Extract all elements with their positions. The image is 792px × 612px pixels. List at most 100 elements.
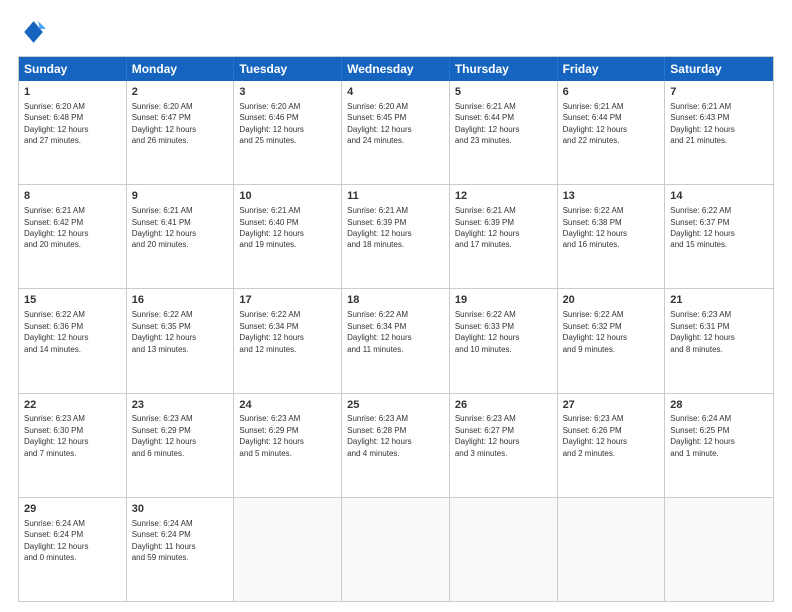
day-number: 9 [132,189,229,204]
day-number: 8 [24,189,121,204]
day-number: 21 [670,293,768,308]
day-info: Sunrise: 6:20 AM Sunset: 6:45 PM Dayligh… [347,102,411,145]
day-info: Sunrise: 6:21 AM Sunset: 6:43 PM Dayligh… [670,102,734,145]
day-number: 18 [347,293,444,308]
calendar-row-3: 22Sunrise: 6:23 AM Sunset: 6:30 PM Dayli… [19,393,773,497]
logo-icon [18,18,46,46]
cal-cell-day-9: 9 Sunrise: 6:21 AM Sunset: 6:41 PM Daylig… [127,185,235,288]
day-number: 14 [670,189,768,204]
cal-cell-day-18: 18 Sunrise: 6:22 AM Sunset: 6:34 PM Dayli… [342,289,450,392]
cal-cell-day-4: 4 Sunrise: 6:20 AM Sunset: 6:45 PM Daylig… [342,81,450,184]
header-day-saturday: Saturday [665,57,773,81]
day-info: Sunrise: 6:21 AM Sunset: 6:40 PM Dayligh… [239,206,303,249]
day-number: 15 [24,293,121,308]
cal-cell-day-6: 6 Sunrise: 6:21 AM Sunset: 6:44 PM Daylig… [558,81,666,184]
cal-cell-day-16: 16 Sunrise: 6:22 AM Sunset: 6:35 PM Dayli… [127,289,235,392]
day-number: 22 [24,398,121,413]
day-info: Sunrise: 6:24 AM Sunset: 6:25 PM Dayligh… [670,414,734,457]
cal-cell-day-26: 26Sunrise: 6:23 AM Sunset: 6:27 PM Dayli… [450,394,558,497]
day-info: Sunrise: 6:24 AM Sunset: 6:24 PM Dayligh… [132,519,196,562]
day-info: Sunrise: 6:23 AM Sunset: 6:28 PM Dayligh… [347,414,411,457]
day-info: Sunrise: 6:21 AM Sunset: 6:39 PM Dayligh… [455,206,519,249]
cal-cell-day-24: 24Sunrise: 6:23 AM Sunset: 6:29 PM Dayli… [234,394,342,497]
cal-cell-day-20: 20Sunrise: 6:22 AM Sunset: 6:32 PM Dayli… [558,289,666,392]
cal-cell-day-8: 8 Sunrise: 6:21 AM Sunset: 6:42 PM Daylig… [19,185,127,288]
cal-cell-day-15: 15 Sunrise: 6:22 AM Sunset: 6:36 PM Dayli… [19,289,127,392]
day-info: Sunrise: 6:20 AM Sunset: 6:48 PM Dayligh… [24,102,88,145]
day-info: Sunrise: 6:21 AM Sunset: 6:41 PM Dayligh… [132,206,196,249]
day-number: 2 [132,85,229,100]
day-number: 6 [563,85,660,100]
day-number: 16 [132,293,229,308]
day-number: 4 [347,85,444,100]
header-day-sunday: Sunday [19,57,127,81]
day-number: 25 [347,398,444,413]
day-number: 3 [239,85,336,100]
day-number: 30 [132,502,229,517]
header [18,18,774,46]
cal-cell-day-13: 13Sunrise: 6:22 AM Sunset: 6:38 PM Dayli… [558,185,666,288]
day-info: Sunrise: 6:22 AM Sunset: 6:33 PM Dayligh… [455,310,519,353]
cal-cell-day-2: 2 Sunrise: 6:20 AM Sunset: 6:47 PM Daylig… [127,81,235,184]
day-number: 13 [563,189,660,204]
cal-cell-empty [665,498,773,601]
cal-cell-day-14: 14 Sunrise: 6:22 AM Sunset: 6:37 PM Dayli… [665,185,773,288]
page: SundayMondayTuesdayWednesdayThursdayFrid… [0,0,792,612]
day-info: Sunrise: 6:23 AM Sunset: 6:26 PM Dayligh… [563,414,627,457]
day-info: Sunrise: 6:24 AM Sunset: 6:24 PM Dayligh… [24,519,88,562]
day-number: 27 [563,398,660,413]
cal-cell-day-23: 23Sunrise: 6:23 AM Sunset: 6:29 PM Dayli… [127,394,235,497]
cal-cell-day-11: 11 Sunrise: 6:21 AM Sunset: 6:39 PM Dayli… [342,185,450,288]
cal-cell-empty [234,498,342,601]
day-info: Sunrise: 6:22 AM Sunset: 6:36 PM Dayligh… [24,310,88,353]
day-number: 10 [239,189,336,204]
calendar-row-2: 15 Sunrise: 6:22 AM Sunset: 6:36 PM Dayli… [19,288,773,392]
day-number: 20 [563,293,660,308]
header-day-tuesday: Tuesday [234,57,342,81]
day-number: 23 [132,398,229,413]
header-day-thursday: Thursday [450,57,558,81]
day-info: Sunrise: 6:23 AM Sunset: 6:30 PM Dayligh… [24,414,88,457]
cal-cell-empty [450,498,558,601]
header-day-wednesday: Wednesday [342,57,450,81]
day-number: 12 [455,189,552,204]
cal-cell-day-7: 7Sunrise: 6:21 AM Sunset: 6:43 PM Daylig… [665,81,773,184]
day-info: Sunrise: 6:22 AM Sunset: 6:34 PM Dayligh… [347,310,411,353]
calendar-row-0: 1Sunrise: 6:20 AM Sunset: 6:48 PM Daylig… [19,81,773,184]
day-info: Sunrise: 6:23 AM Sunset: 6:29 PM Dayligh… [239,414,303,457]
calendar-header: SundayMondayTuesdayWednesdayThursdayFrid… [19,57,773,81]
day-info: Sunrise: 6:23 AM Sunset: 6:27 PM Dayligh… [455,414,519,457]
day-info: Sunrise: 6:20 AM Sunset: 6:46 PM Dayligh… [239,102,303,145]
cal-cell-day-10: 10 Sunrise: 6:21 AM Sunset: 6:40 PM Dayli… [234,185,342,288]
cal-cell-day-1: 1Sunrise: 6:20 AM Sunset: 6:48 PM Daylig… [19,81,127,184]
day-info: Sunrise: 6:21 AM Sunset: 6:44 PM Dayligh… [563,102,627,145]
day-number: 24 [239,398,336,413]
cal-cell-day-21: 21Sunrise: 6:23 AM Sunset: 6:31 PM Dayli… [665,289,773,392]
cal-cell-day-30: 30 Sunrise: 6:24 AM Sunset: 6:24 PM Dayli… [127,498,235,601]
calendar-row-1: 8 Sunrise: 6:21 AM Sunset: 6:42 PM Daylig… [19,184,773,288]
day-info: Sunrise: 6:21 AM Sunset: 6:39 PM Dayligh… [347,206,411,249]
day-info: Sunrise: 6:21 AM Sunset: 6:42 PM Dayligh… [24,206,88,249]
day-number: 19 [455,293,552,308]
cal-cell-day-5: 5Sunrise: 6:21 AM Sunset: 6:44 PM Daylig… [450,81,558,184]
day-info: Sunrise: 6:22 AM Sunset: 6:34 PM Dayligh… [239,310,303,353]
day-info: Sunrise: 6:22 AM Sunset: 6:35 PM Dayligh… [132,310,196,353]
day-number: 11 [347,189,444,204]
header-day-monday: Monday [127,57,235,81]
cal-cell-day-28: 28Sunrise: 6:24 AM Sunset: 6:25 PM Dayli… [665,394,773,497]
day-number: 5 [455,85,552,100]
day-info: Sunrise: 6:22 AM Sunset: 6:37 PM Dayligh… [670,206,734,249]
calendar-row-4: 29 Sunrise: 6:24 AM Sunset: 6:24 PM Dayli… [19,497,773,601]
day-info: Sunrise: 6:20 AM Sunset: 6:47 PM Dayligh… [132,102,196,145]
logo [18,18,50,46]
cal-cell-day-17: 17Sunrise: 6:22 AM Sunset: 6:34 PM Dayli… [234,289,342,392]
cal-cell-day-22: 22Sunrise: 6:23 AM Sunset: 6:30 PM Dayli… [19,394,127,497]
header-day-friday: Friday [558,57,666,81]
day-number: 29 [24,502,121,517]
calendar-body: 1Sunrise: 6:20 AM Sunset: 6:48 PM Daylig… [19,81,773,601]
cal-cell-empty [342,498,450,601]
cal-cell-day-25: 25Sunrise: 6:23 AM Sunset: 6:28 PM Dayli… [342,394,450,497]
day-number: 26 [455,398,552,413]
calendar: SundayMondayTuesdayWednesdayThursdayFrid… [18,56,774,602]
cal-cell-day-19: 19 Sunrise: 6:22 AM Sunset: 6:33 PM Dayli… [450,289,558,392]
